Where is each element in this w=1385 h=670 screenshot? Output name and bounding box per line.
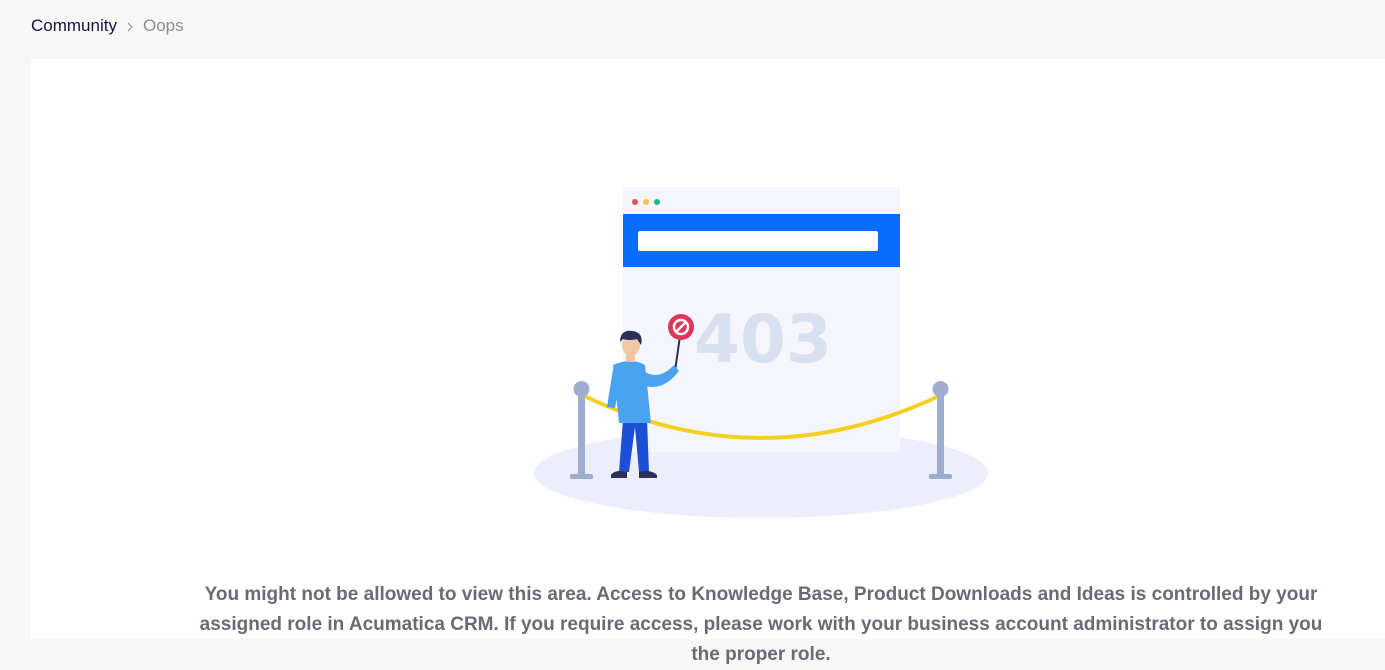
error-card: 403 You might not be allowed to view thi… — [31, 59, 1385, 665]
address-bar — [638, 231, 878, 251]
window-dot-green — [654, 199, 660, 205]
no-entry-sign-icon — [668, 314, 694, 340]
breadcrumb-community-link[interactable]: Community — [31, 16, 117, 36]
breadcrumb: Community Oops — [31, 15, 184, 37]
window-dot-red — [632, 199, 638, 205]
breadcrumb-current: Oops — [142, 16, 184, 35]
403-illustration: 403 — [534, 187, 988, 518]
access-denied-message: You might not be allowed to view this ar… — [199, 584, 1323, 665]
chevron-right-icon — [126, 15, 134, 37]
error-code-text: 403 — [694, 301, 832, 378]
window-dot-yellow — [643, 199, 649, 205]
